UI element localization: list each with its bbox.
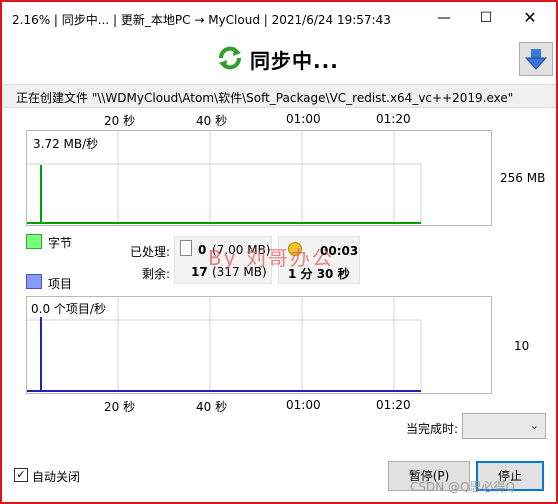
remaining-count: 17: [191, 265, 208, 279]
chevron-down-icon: ⌄: [529, 419, 539, 432]
status-header: 同步中...: [2, 40, 556, 78]
document-icon: [180, 240, 192, 256]
bytes-legend-swatch: [26, 234, 42, 249]
auto-close-label[interactable]: 自动关闭: [32, 468, 80, 485]
title-bar[interactable]: 2.16% | 同步中... | 更新_本地PC → MyCloud | 202…: [2, 2, 556, 34]
processed-label: 已处理:: [130, 245, 171, 259]
bytes-max-label: 256 MB: [500, 171, 546, 185]
top-axis-tick: 20 秒: [104, 114, 136, 128]
footer-watermark: CSDN @Q思必得Q: [410, 480, 515, 494]
bytes-legend-label: 字节: [48, 236, 73, 250]
bottom-axis-tick: 40 秒: [196, 400, 228, 414]
minimize-button[interactable]: —: [426, 6, 462, 30]
on-finish-label: 当完成时:: [406, 422, 459, 436]
maximize-button[interactable]: ☐: [468, 6, 504, 30]
window-title: 2.16% | 同步中... | 更新_本地PC → MyCloud | 202…: [12, 13, 391, 27]
sync-window: 2.16% | 同步中... | 更新_本地PC → MyCloud | 202…: [0, 0, 558, 504]
sync-icon: [219, 46, 241, 70]
processed-count: 0: [198, 243, 207, 257]
items-rate-label: 0.0 个项目/秒: [31, 300, 106, 317]
bottom-axis-tick: 01:20: [376, 398, 411, 412]
watermark-text: By 刘哥办公: [208, 246, 334, 270]
current-file-text: 正在创建文件 "\\WDMyCloud\Atom\软件\Soft_Package…: [16, 91, 514, 105]
collapse-details-button[interactable]: [519, 42, 553, 76]
top-axis-tick: 40 秒: [196, 114, 228, 128]
top-axis-tick: 01:00: [286, 112, 321, 126]
on-finish-select[interactable]: ⌄: [462, 413, 546, 439]
items-legend-swatch: [26, 274, 42, 289]
items-graph: 0.0 个项目/秒: [26, 296, 492, 394]
items-max-label: 10: [514, 339, 530, 353]
bottom-axis-tick: 20 秒: [104, 400, 136, 414]
status-title: 同步中...: [250, 49, 339, 73]
arrow-down-icon: [524, 49, 548, 70]
bytes-rate-label: 3.72 MB/秒: [33, 135, 99, 152]
bottom-axis-tick: 01:00: [286, 398, 321, 412]
bytes-graph: 3.72 MB/秒: [26, 130, 492, 226]
top-axis-tick: 01:20: [376, 112, 411, 126]
remaining-label: 剩余:: [142, 267, 171, 281]
current-file-bar: 正在创建文件 "\\WDMyCloud\Atom\软件\Soft_Package…: [2, 84, 556, 108]
close-button[interactable]: ✕: [512, 6, 548, 30]
auto-close-checkbox[interactable]: ✓: [14, 468, 28, 482]
items-legend-label: 项目: [48, 277, 73, 291]
